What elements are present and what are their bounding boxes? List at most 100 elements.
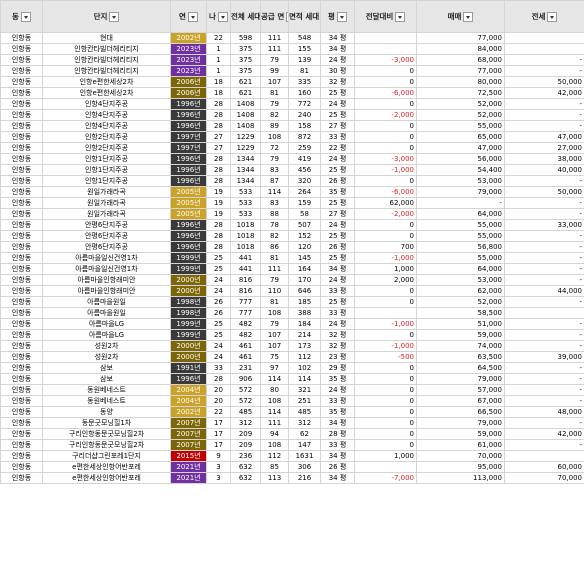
cell-sale-price[interactable]: 57,000: [416, 384, 505, 396]
cell-area-households[interactable]: 164: [288, 263, 321, 275]
cell-pyeong[interactable]: 32 평: [320, 329, 355, 341]
cell-pyeong[interactable]: 23 평: [320, 351, 355, 363]
cell-sale-price[interactable]: 65,000: [416, 131, 505, 143]
filter-dropdown-icon[interactable]: [109, 11, 120, 22]
cell-jeonse-price[interactable]: -: [504, 120, 584, 132]
cell-area-households[interactable]: 147: [288, 439, 321, 451]
cell-age[interactable]: 17: [206, 439, 231, 451]
cell-complex[interactable]: 인항2단지주공: [42, 131, 171, 143]
cell-pyeong[interactable]: 26 평: [320, 461, 355, 473]
cell-age[interactable]: 24: [206, 340, 231, 352]
cell-sale-price[interactable]: 79,000: [416, 417, 505, 429]
cell-pyeong[interactable]: 25 평: [320, 164, 355, 176]
cell-sale-price[interactable]: 80,000: [416, 76, 505, 88]
cell-age[interactable]: 1: [206, 54, 231, 66]
cell-complex[interactable]: 인항e편한세상2차: [42, 76, 171, 88]
cell-sale-price[interactable]: -: [416, 197, 505, 209]
cell-complex[interactable]: 아름마을일신건영1차: [42, 252, 171, 264]
cell-age[interactable]: 3: [206, 472, 231, 484]
cell-pyeong[interactable]: 26 평: [320, 175, 355, 187]
cell-jeonse-price[interactable]: 42,000: [504, 87, 584, 99]
cell-vs-last-month[interactable]: 0: [354, 285, 417, 297]
cell-age[interactable]: 19: [206, 197, 231, 209]
cell-dong[interactable]: 인항동: [0, 406, 43, 418]
cell-jeonse-price[interactable]: [504, 450, 584, 462]
cell-complex[interactable]: 아름마을원일: [42, 296, 171, 308]
cell-vs-last-month[interactable]: 1,000: [354, 263, 417, 275]
cell-complex[interactable]: 안평6단지주공: [42, 219, 171, 231]
cell-jeonse-price[interactable]: 70,000: [504, 472, 584, 484]
cell-vs-last-month[interactable]: [354, 307, 417, 319]
cell-total-households[interactable]: 816: [230, 285, 261, 297]
cell-dong[interactable]: 인항동: [0, 439, 43, 451]
cell-vs-last-month[interactable]: [354, 461, 417, 473]
cell-jeonse-price[interactable]: -: [504, 208, 584, 220]
cell-sale-price[interactable]: 79,000: [416, 373, 505, 385]
cell-supply-area[interactable]: 87: [260, 175, 289, 187]
cell-area-households[interactable]: 419: [288, 153, 321, 165]
cell-age[interactable]: 28: [206, 230, 231, 242]
cell-total-households[interactable]: 777: [230, 307, 261, 319]
cell-total-households[interactable]: 209: [230, 428, 261, 440]
cell-dong[interactable]: 인항동: [0, 65, 43, 77]
cell-complex[interactable]: 인항칸타빌더헤리티지: [42, 54, 171, 66]
cell-supply-area[interactable]: 75: [260, 351, 289, 363]
cell-jeonse-price[interactable]: -: [504, 252, 584, 264]
cell-total-households[interactable]: 1229: [230, 142, 261, 154]
cell-supply-area[interactable]: 88: [260, 208, 289, 220]
cell-sale-price[interactable]: 51,000: [416, 318, 505, 330]
cell-supply-area[interactable]: 86: [260, 241, 289, 253]
cell-pyeong[interactable]: 26 평: [320, 241, 355, 253]
cell-sale-price[interactable]: 55,000: [416, 230, 505, 242]
cell-total-households[interactable]: 1018: [230, 219, 261, 231]
cell-area-households[interactable]: 507: [288, 219, 321, 231]
cell-year[interactable]: 2023년: [170, 43, 207, 55]
cell-dong[interactable]: 인항동: [0, 285, 43, 297]
cell-year[interactable]: 2000년: [170, 351, 207, 363]
cell-age[interactable]: 22: [206, 32, 231, 44]
cell-supply-area[interactable]: 111: [260, 263, 289, 275]
cell-complex[interactable]: 원일가래라곡: [42, 197, 171, 209]
cell-vs-last-month[interactable]: 0: [354, 142, 417, 154]
cell-dong[interactable]: 인항동: [0, 395, 43, 407]
cell-pyeong[interactable]: 32 평: [320, 76, 355, 88]
cell-year[interactable]: 1999년: [170, 318, 207, 330]
cell-area-households[interactable]: 214: [288, 329, 321, 341]
cell-dong[interactable]: 인항동: [0, 472, 43, 484]
cell-total-households[interactable]: 621: [230, 76, 261, 88]
cell-jeonse-price[interactable]: 47,000: [504, 131, 584, 143]
cell-vs-last-month[interactable]: 0: [354, 439, 417, 451]
cell-dong[interactable]: 인항동: [0, 87, 43, 99]
cell-dong[interactable]: 인항동: [0, 219, 43, 231]
cell-year[interactable]: 2015년: [170, 450, 207, 462]
cell-year[interactable]: 2007년: [170, 439, 207, 451]
cell-age[interactable]: 25: [206, 329, 231, 341]
cell-age[interactable]: 19: [206, 208, 231, 220]
cell-pyeong[interactable]: 29 평: [320, 362, 355, 374]
cell-sale-price[interactable]: 59,000: [416, 329, 505, 341]
cell-area-households[interactable]: 251: [288, 395, 321, 407]
cell-dong[interactable]: 인항동: [0, 428, 43, 440]
cell-area-households[interactable]: 184: [288, 318, 321, 330]
cell-complex[interactable]: 인항2단지주공: [42, 142, 171, 154]
cell-supply-area[interactable]: 97: [260, 362, 289, 374]
cell-complex[interactable]: 아름마을LG: [42, 318, 171, 330]
cell-vs-last-month[interactable]: -1,000: [354, 318, 417, 330]
cell-dong[interactable]: 인항동: [0, 98, 43, 110]
cell-supply-area[interactable]: 81: [260, 252, 289, 264]
cell-total-households[interactable]: 632: [230, 461, 261, 473]
cell-vs-last-month[interactable]: -2,000: [354, 109, 417, 121]
cell-vs-last-month[interactable]: -3,000: [354, 54, 417, 66]
cell-dong[interactable]: 인항동: [0, 461, 43, 473]
cell-year[interactable]: 2007년: [170, 428, 207, 440]
cell-age[interactable]: 1: [206, 65, 231, 77]
cell-sale-price[interactable]: 55,000: [416, 252, 505, 264]
cell-sale-price[interactable]: 61,000: [416, 439, 505, 451]
cell-dong[interactable]: 인항동: [0, 230, 43, 242]
cell-age[interactable]: 28: [206, 241, 231, 253]
cell-year[interactable]: 1999년: [170, 263, 207, 275]
cell-year[interactable]: 2021년: [170, 472, 207, 484]
cell-area-households[interactable]: 139: [288, 54, 321, 66]
cell-age[interactable]: 25: [206, 318, 231, 330]
cell-complex[interactable]: 원일가래라곡: [42, 208, 171, 220]
